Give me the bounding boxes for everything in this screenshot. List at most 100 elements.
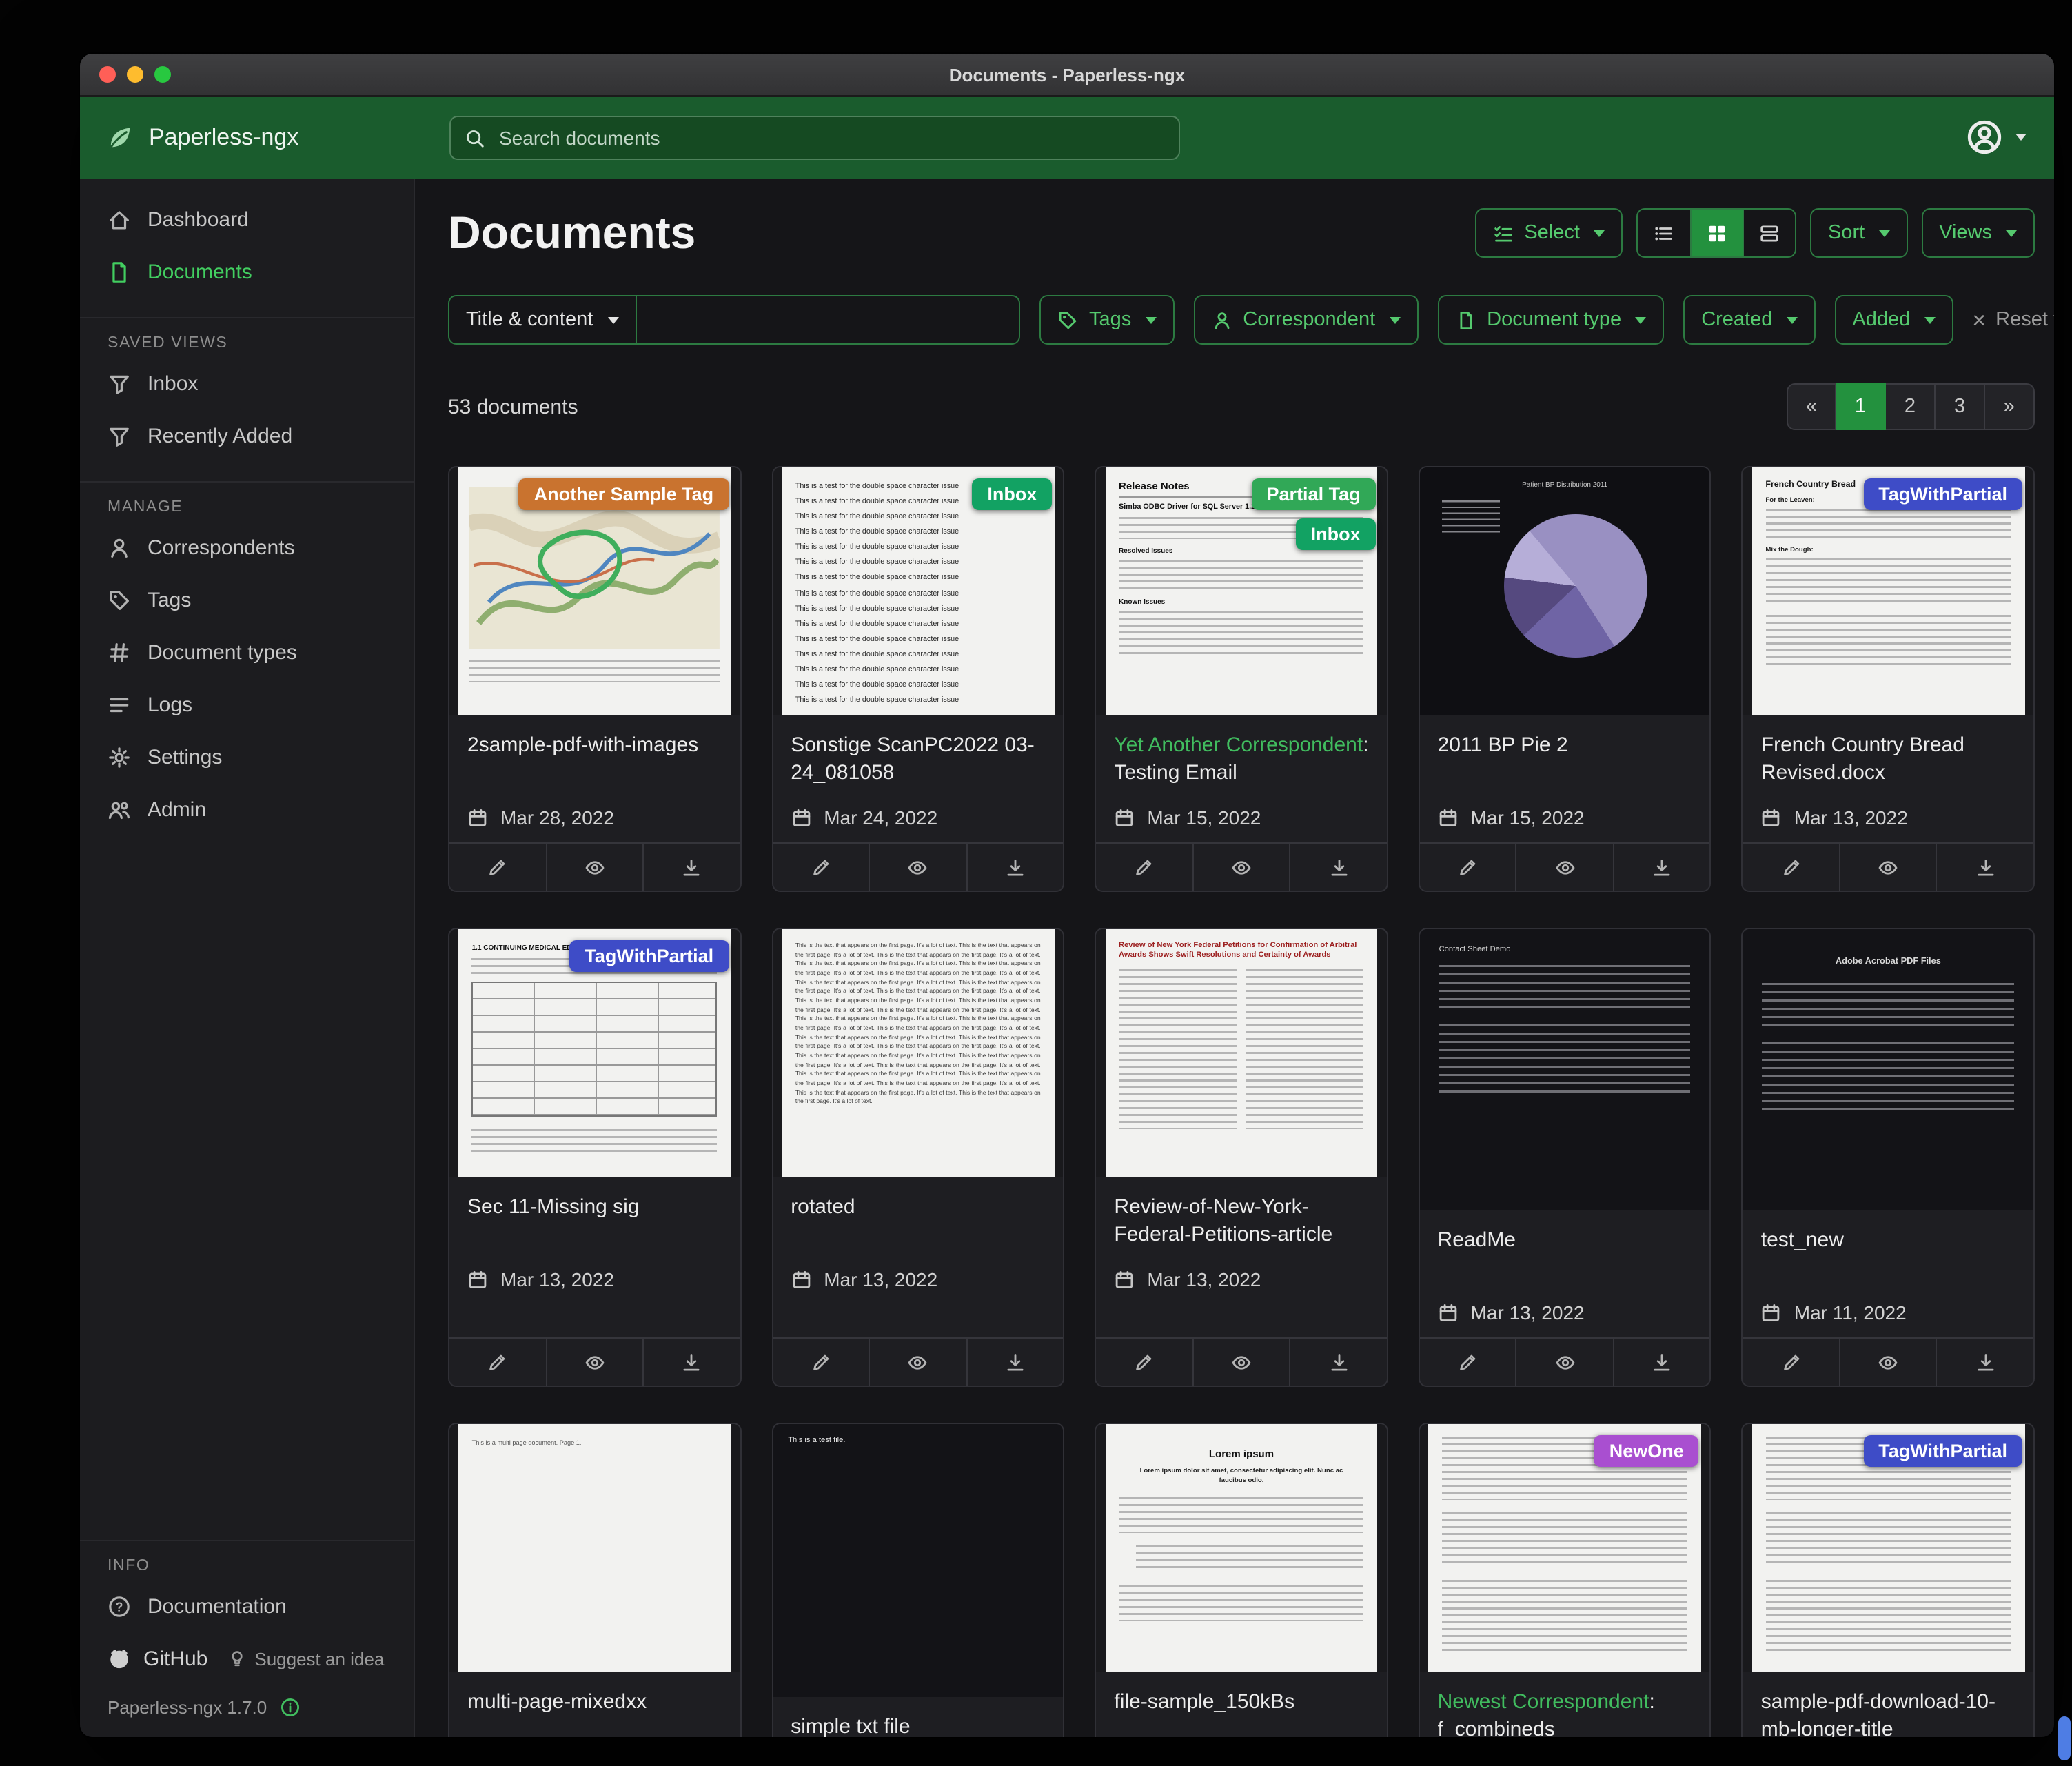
- document-card[interactable]: This is the text that appears on the fir…: [771, 928, 1064, 1387]
- edit-button[interactable]: [1743, 1339, 1839, 1386]
- document-card[interactable]: Review of New York Federal Petitions for…: [1095, 928, 1388, 1387]
- document-card[interactable]: This is a multi page document. Page 1. mu…: [448, 1423, 741, 1737]
- download-button[interactable]: [966, 1339, 1063, 1386]
- document-card[interactable]: This is a test file.simple txt file: [771, 1423, 1064, 1737]
- sidebar-item-documentation[interactable]: ? Documentation: [80, 1580, 414, 1632]
- document-title[interactable]: test_new: [1761, 1227, 2015, 1285]
- sort-button[interactable]: Sort: [1810, 208, 1907, 258]
- tag-badge[interactable]: Inbox: [972, 478, 1052, 510]
- document-title[interactable]: Newest Correspondent: f_combineds: [1438, 1689, 1692, 1737]
- filter-created-button[interactable]: Created: [1683, 295, 1815, 345]
- suggest-idea-link[interactable]: Suggest an idea: [227, 1648, 384, 1669]
- document-thumbnail[interactable]: This is the text that appears on the fir…: [773, 929, 1063, 1177]
- minimize-window-button[interactable]: [127, 66, 143, 83]
- document-thumbnail[interactable]: This is a multi page document. Page 1.: [449, 1424, 740, 1672]
- edit-button[interactable]: [1420, 1339, 1516, 1386]
- select-button[interactable]: Select: [1474, 208, 1623, 258]
- view-button[interactable]: [545, 844, 642, 891]
- document-title[interactable]: Review-of-New-York-Federal-Petitions-art…: [1114, 1194, 1368, 1252]
- document-title[interactable]: rotated: [791, 1194, 1045, 1252]
- document-thumbnail[interactable]: Lorem ipsumLorem ipsum dolor sit amet, c…: [1096, 1424, 1386, 1672]
- tag-badge[interactable]: Another Sample Tag: [519, 478, 729, 510]
- filter-added-button[interactable]: Added: [1834, 295, 1953, 345]
- sidebar-item-document-types[interactable]: Document types: [80, 626, 414, 678]
- scrollbar-thumb[interactable]: [2058, 1716, 2071, 1760]
- document-title[interactable]: sample-pdf-download-10-mb-longer-title: [1761, 1689, 2015, 1737]
- sidebar-item-settings[interactable]: Settings: [80, 731, 414, 783]
- edit-button[interactable]: [773, 1339, 869, 1386]
- grid-view-button[interactable]: [1690, 210, 1743, 256]
- correspondent-link[interactable]: Yet Another Correspondent: [1114, 733, 1363, 757]
- sidebar-item-dashboard[interactable]: Dashboard: [80, 193, 414, 245]
- view-button[interactable]: [1839, 1339, 1936, 1386]
- list-view-button[interactable]: [1638, 210, 1690, 256]
- document-thumbnail[interactable]: TagWithPartial: [1743, 1424, 2033, 1672]
- document-thumbnail[interactable]: Contact Sheet Demo: [1420, 929, 1710, 1210]
- title-content-dropdown[interactable]: Title & content: [449, 296, 637, 343]
- document-thumbnail[interactable]: 1.1 CONTINUING MEDICAL EDUCATagWithParti…: [449, 929, 740, 1177]
- view-button[interactable]: [869, 1339, 966, 1386]
- page-1-button[interactable]: 1: [1836, 383, 1886, 430]
- document-title[interactable]: multi-page-mixedxx: [467, 1689, 722, 1737]
- document-card[interactable]: Contact Sheet DemoReadMeMar 13, 2022: [1419, 928, 1712, 1387]
- page-prev-button[interactable]: «: [1787, 383, 1836, 430]
- document-title[interactable]: French Country Bread Revised.docx: [1761, 732, 2015, 790]
- document-thumbnail[interactable]: Patient BP Distribution 2011: [1420, 467, 1710, 715]
- download-button[interactable]: [1613, 1339, 1710, 1386]
- global-search[interactable]: [449, 116, 1180, 160]
- filter-document-type-button[interactable]: Document type: [1437, 295, 1664, 345]
- views-button[interactable]: Views: [1921, 208, 2035, 258]
- document-card[interactable]: NewOne Newest Correspondent: f_combineds: [1419, 1423, 1712, 1737]
- document-card[interactable]: Release NotesSimba ODBC Driver for SQL S…: [1095, 466, 1388, 892]
- document-thumbnail[interactable]: Review of New York Federal Petitions for…: [1096, 929, 1386, 1177]
- filter-tags-button[interactable]: Tags: [1039, 295, 1174, 345]
- edit-button[interactable]: [449, 844, 545, 891]
- filter-query-input[interactable]: [637, 296, 1019, 343]
- tag-badge[interactable]: Inbox: [1296, 518, 1376, 550]
- document-thumbnail[interactable]: French Country BreadFor the Leaven:Mix t…: [1743, 467, 2033, 715]
- download-button[interactable]: [1613, 844, 1710, 891]
- view-button[interactable]: [545, 1339, 642, 1386]
- sidebar-item-correspondents[interactable]: Correspondents: [80, 521, 414, 574]
- download-button[interactable]: [1290, 844, 1387, 891]
- document-thumbnail[interactable]: Adobe Acrobat PDF Files: [1743, 929, 2033, 1210]
- page-2-button[interactable]: 2: [1886, 383, 1936, 430]
- document-thumbnail[interactable]: This is a test for the double space char…: [773, 467, 1063, 715]
- view-button[interactable]: [1516, 1339, 1613, 1386]
- view-button[interactable]: [1192, 1339, 1289, 1386]
- correspondent-link[interactable]: Newest Correspondent: [1438, 1690, 1649, 1714]
- document-card[interactable]: Lorem ipsumLorem ipsum dolor sit amet, c…: [1095, 1423, 1388, 1737]
- tag-badge[interactable]: TagWithPartial: [1863, 1435, 2022, 1467]
- page-3-button[interactable]: 3: [1936, 383, 1985, 430]
- download-button[interactable]: [966, 844, 1063, 891]
- info-icon[interactable]: [279, 1697, 300, 1718]
- github-link[interactable]: GitHub: [108, 1647, 207, 1670]
- document-title[interactable]: 2011 BP Pie 2: [1438, 732, 1692, 790]
- document-card[interactable]: Another Sample Tag2sample-pdf-with-image…: [448, 466, 741, 892]
- edit-button[interactable]: [1420, 844, 1516, 891]
- search-input[interactable]: [496, 125, 1165, 150]
- edit-button[interactable]: [773, 844, 869, 891]
- tag-badge[interactable]: Partial Tag: [1252, 478, 1376, 510]
- reset-filters-button[interactable]: × Reset filters: [1972, 308, 2054, 332]
- sidebar-item-recently-added[interactable]: Recently Added: [80, 409, 414, 462]
- view-button[interactable]: [1192, 844, 1289, 891]
- sidebar-item-inbox[interactable]: Inbox: [80, 357, 414, 409]
- filter-correspondent-button[interactable]: Correspondent: [1193, 295, 1418, 345]
- tag-badge[interactable]: TagWithPartial: [569, 940, 729, 972]
- sidebar-item-tags[interactable]: Tags: [80, 574, 414, 626]
- document-title[interactable]: file-sample_150kBs: [1114, 1689, 1368, 1737]
- sidebar-item-documents[interactable]: Documents: [80, 245, 414, 298]
- document-card[interactable]: 1.1 CONTINUING MEDICAL EDUCATagWithParti…: [448, 928, 741, 1387]
- document-thumbnail[interactable]: Release NotesSimba ODBC Driver for SQL S…: [1096, 467, 1386, 715]
- sidebar-item-admin[interactable]: Admin: [80, 783, 414, 835]
- tag-badge[interactable]: TagWithPartial: [1863, 478, 2022, 510]
- detail-view-button[interactable]: [1743, 210, 1795, 256]
- brand[interactable]: Paperless-ngx: [80, 123, 298, 153]
- edit-button[interactable]: [1743, 844, 1839, 891]
- document-thumbnail[interactable]: NewOne: [1420, 1424, 1710, 1672]
- document-card[interactable]: TagWithPartial sample-pdf-download-10-mb-…: [1742, 1423, 2035, 1737]
- close-window-button[interactable]: [99, 66, 116, 83]
- window-titlebar[interactable]: Documents - Paperless-ngx: [80, 54, 2054, 97]
- document-thumbnail[interactable]: Another Sample Tag: [449, 467, 740, 715]
